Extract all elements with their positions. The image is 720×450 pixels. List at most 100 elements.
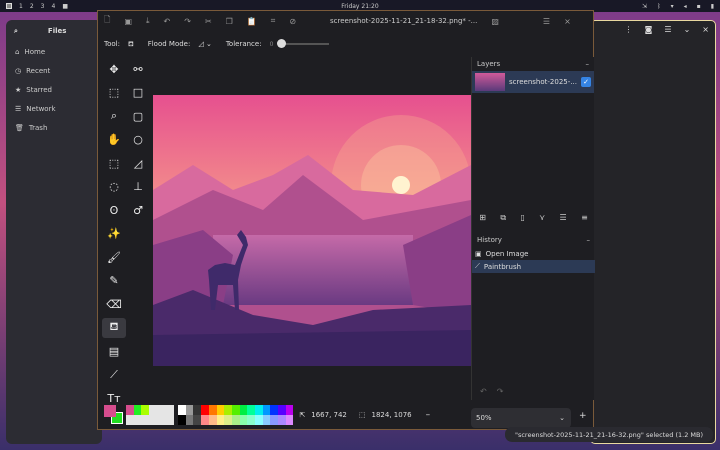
workspace-2[interactable]: 2: [30, 3, 34, 10]
layer-menu-icon[interactable]: ≡: [581, 213, 588, 223]
ellipse-select-tool[interactable]: ◌: [102, 177, 126, 197]
rectangle-select-tool[interactable]: ⬚: [102, 83, 126, 103]
open-icon[interactable]: ▣: [124, 17, 132, 26]
new-icon[interactable]: 🗋: [104, 14, 110, 28]
volume-icon[interactable]: ◂: [684, 3, 687, 10]
gradient-tool[interactable]: ▤: [102, 341, 126, 361]
deselect-icon[interactable]: ⊘: [289, 17, 296, 26]
lasso-select-tool[interactable]: ʘ: [102, 200, 126, 220]
cut-icon[interactable]: ✂: [205, 17, 212, 26]
system-tray: ⇲ ᛒ ▾ ◂ ▪ ▮: [642, 3, 714, 10]
right-panel: Layers – screenshot-2025-... ✓ ⊞ ⧉ ▯ ⋎ ☰ …: [471, 57, 595, 400]
workspace-3[interactable]: 3: [41, 3, 45, 10]
search-icon[interactable]: ⌕: [14, 27, 18, 36]
rectangle-select-dashed-tool[interactable]: ⬚: [102, 153, 126, 173]
sidebar-item-starred[interactable]: ★ Starred: [6, 80, 102, 99]
save-icon[interactable]: ⤓: [146, 16, 150, 26]
recent-colors[interactable]: [126, 405, 175, 425]
pinta-window: 🗋 ▣ ⤓ ↶ ↷ ✂ ❐ 📋 ⌗ ⊘ screenshot-2025-11-2…: [97, 10, 595, 430]
move-selected-tool[interactable]: ✥: [102, 59, 126, 79]
history-item[interactable]: ⟋ Paintbrush: [472, 260, 595, 273]
sidebar-item-network[interactable]: ☰ Network: [6, 99, 102, 118]
clock-icon: ◷: [15, 66, 22, 75]
sidebar-item-trash[interactable]: 🗑 Trash: [6, 118, 102, 137]
primary-secondary-colors[interactable]: [102, 403, 124, 427]
freeform-shape-tool[interactable]: ◿: [126, 153, 150, 173]
trash-icon: 🗑: [15, 123, 24, 132]
open-image-icon: ▣: [475, 249, 482, 258]
close-icon[interactable]: ×: [564, 17, 571, 26]
workspace-active[interactable]: [6, 3, 12, 9]
zoom-out-button[interactable]: –: [426, 410, 431, 420]
color-palette[interactable]: [178, 405, 294, 425]
more-icon[interactable]: ⋮: [625, 25, 633, 34]
workspace-4[interactable]: 4: [51, 3, 55, 10]
rounded-rectangle-tool[interactable]: ▢: [126, 106, 150, 126]
crop-icon[interactable]: ⌗: [271, 16, 276, 26]
layer-visible-checkbox[interactable]: ✓: [581, 77, 591, 87]
menu-icon[interactable]: ☰: [543, 17, 550, 26]
window-title: screenshot-2025-11-21_21-18-32.png* -...: [330, 17, 478, 25]
workspace-dot[interactable]: ■: [62, 3, 68, 10]
move-selection-tool[interactable]: ⚯: [126, 59, 150, 79]
paint-bucket-tool[interactable]: ⛾: [102, 317, 126, 338]
battery-icon[interactable]: ▮: [711, 3, 714, 10]
flood-mode-dropdown[interactable]: ◿ ⌄: [198, 40, 211, 48]
camera-icon[interactable]: ◙: [645, 25, 653, 34]
image-icon[interactable]: ▨: [491, 17, 499, 26]
tolerance-slider[interactable]: [277, 39, 330, 48]
pencil-tool[interactable]: ✎: [102, 271, 126, 291]
network-icon: ☰: [15, 104, 22, 113]
flood-mode-label: Flood Mode:: [147, 40, 191, 48]
network-icon[interactable]: ⇲: [642, 3, 647, 10]
history-item[interactable]: ▣ Open Image: [472, 247, 595, 260]
history-title: History: [477, 236, 502, 244]
sidebar-item-label: Recent: [26, 66, 51, 75]
eraser-tool[interactable]: ⌫: [102, 294, 126, 314]
rectangle-tool[interactable]: □: [126, 83, 150, 103]
undo-icon[interactable]: ↶: [480, 387, 487, 396]
clock[interactable]: Friday 21:20: [0, 3, 720, 10]
undo-icon[interactable]: ↶: [164, 17, 171, 26]
redo-icon[interactable]: ↷: [184, 17, 191, 26]
chevron-down-icon[interactable]: ⌄: [684, 25, 691, 34]
layer-item[interactable]: screenshot-2025-... ✓: [472, 71, 594, 93]
close-icon[interactable]: ×: [702, 25, 709, 34]
image-canvas[interactable]: [153, 95, 471, 366]
duplicate-layer-icon[interactable]: ⧉: [500, 213, 506, 223]
primary-color[interactable]: [104, 405, 116, 417]
zoom-combo[interactable]: 50% ⌄: [471, 408, 571, 428]
magic-wand-tool[interactable]: ✨: [102, 224, 126, 244]
bluetooth-icon[interactable]: ᛒ: [657, 3, 661, 10]
clone-stamp-tool[interactable]: ⊥: [126, 177, 150, 197]
sidebar-item-recent[interactable]: ◷ Recent: [6, 61, 102, 80]
zoom-value[interactable]: 50%: [476, 414, 492, 422]
lock-icon[interactable]: ▪: [697, 3, 701, 10]
workspaces: 1 2 3 4 ■: [6, 3, 68, 10]
zoom-in-button[interactable]: +: [579, 411, 587, 421]
chevron-down-icon[interactable]: ⌄: [559, 414, 565, 422]
paste-icon[interactable]: 📋: [247, 17, 257, 26]
sidebar-item-home[interactable]: ⌂ Home: [6, 42, 102, 61]
selection-size: 1824, 1076: [371, 411, 412, 419]
merge-layer-icon[interactable]: ⋎: [539, 213, 545, 223]
layer-properties-icon[interactable]: ☰: [560, 213, 567, 223]
copy-icon[interactable]: ❐: [226, 17, 233, 26]
paintbrush-tool[interactable]: 🖌: [102, 247, 126, 267]
ellipse-tool[interactable]: ○: [126, 130, 150, 150]
collapse-icon[interactable]: –: [587, 236, 591, 244]
redo-icon[interactable]: ↷: [497, 387, 504, 396]
color-picker-tool[interactable]: ⟋: [102, 365, 126, 385]
wifi-icon[interactable]: ▾: [671, 3, 674, 10]
list-view-icon[interactable]: ☰: [664, 25, 671, 34]
workspace-1[interactable]: 1: [19, 3, 23, 10]
file-browser-window: ⋮ ◙ ☰ ⌄ ×: [590, 20, 716, 444]
pan-tool[interactable]: ✋: [102, 130, 126, 150]
tolerance-value: 0: [269, 40, 274, 48]
zoom-tool[interactable]: ⌕: [102, 106, 126, 126]
add-layer-icon[interactable]: ⊞: [479, 213, 486, 223]
recolor-tool[interactable]: ♂: [126, 200, 150, 220]
delete-layer-icon[interactable]: ▯: [520, 213, 524, 223]
paint-bucket-icon[interactable]: ⛾: [128, 40, 134, 49]
collapse-icon[interactable]: –: [586, 60, 590, 68]
